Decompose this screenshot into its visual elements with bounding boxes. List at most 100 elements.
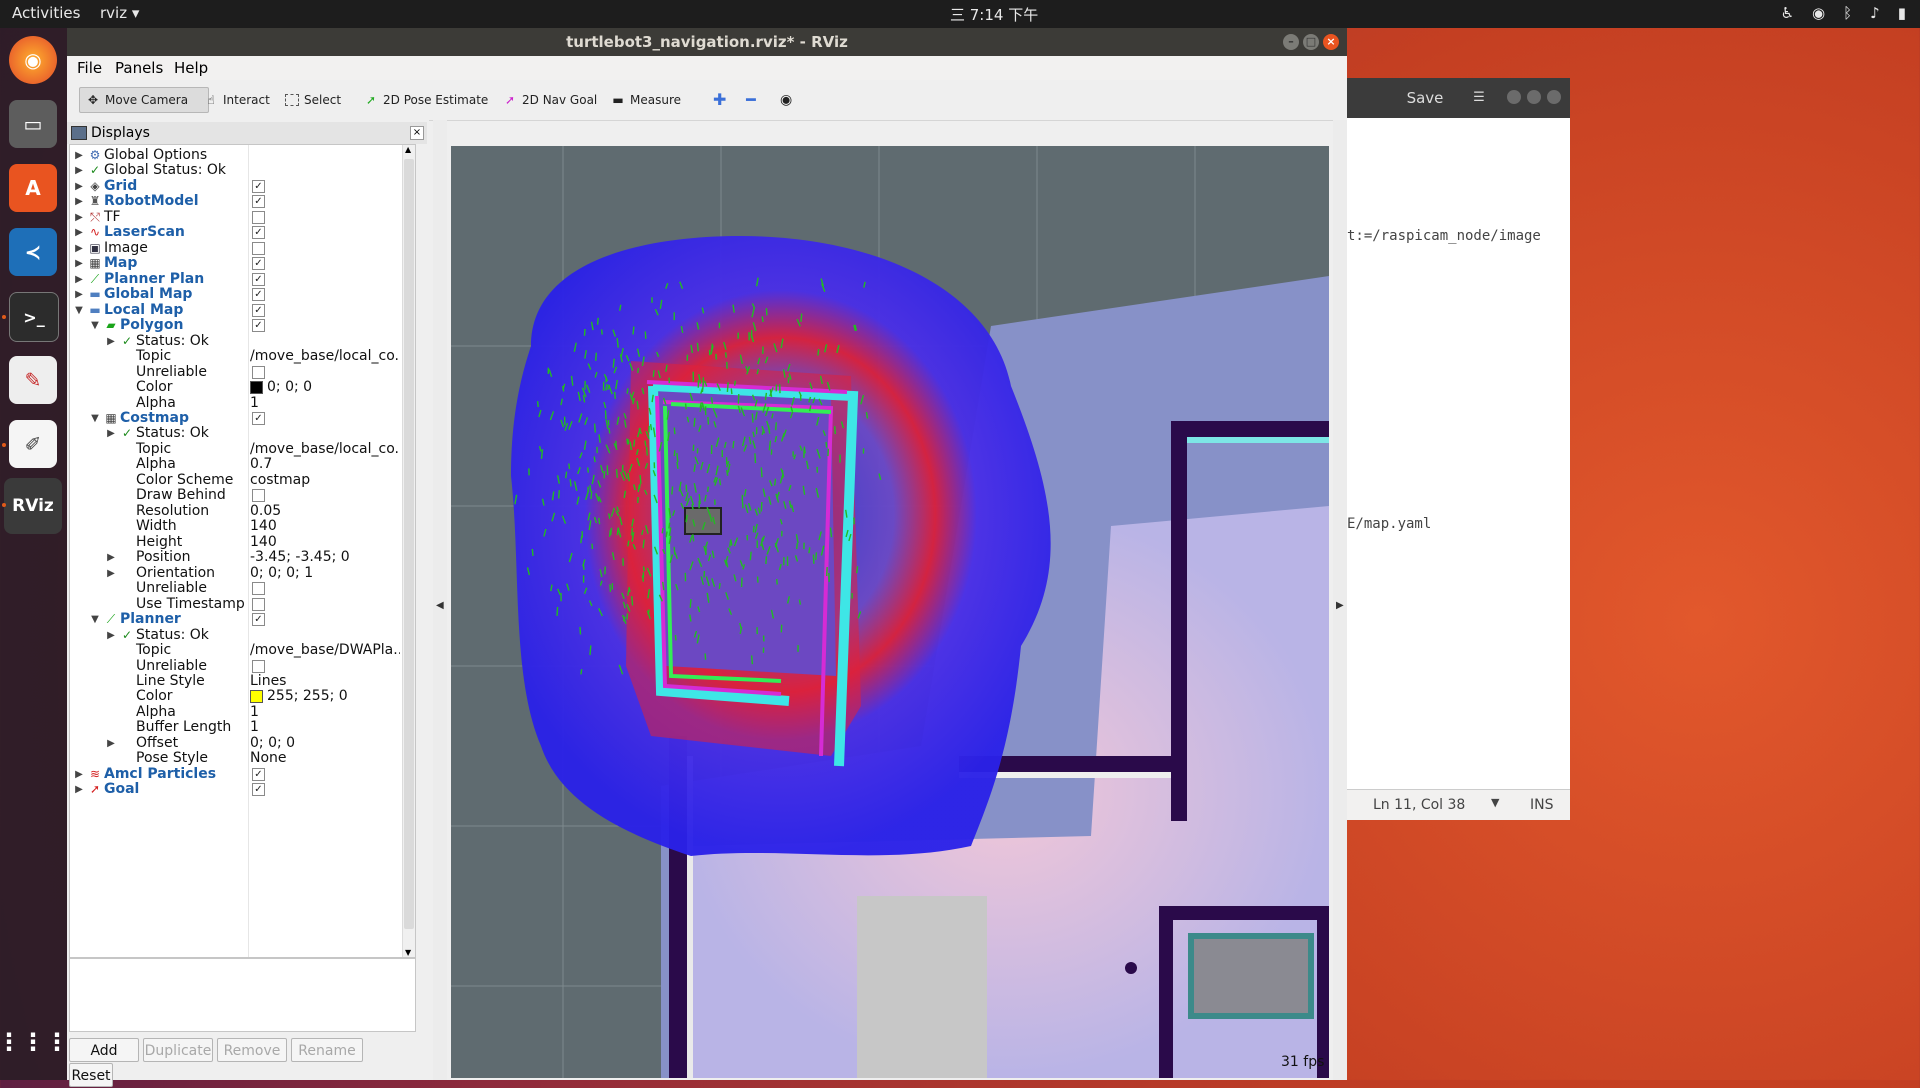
files-icon[interactable]: ▭ (9, 100, 57, 148)
particle-arrow (694, 418, 695, 427)
particle-arrow (752, 414, 753, 423)
minimize-icon[interactable]: – (1283, 34, 1299, 50)
scroll-thumb[interactable] (404, 159, 414, 929)
measure-tool[interactable]: ▬Measure (605, 87, 687, 113)
enable-checkbox[interactable]: ✓ (252, 195, 265, 208)
enable-checkbox[interactable] (252, 598, 265, 611)
particle-arrow (637, 401, 638, 409)
rviz-icon[interactable]: RViz (4, 478, 62, 534)
clock[interactable]: 三 7:14 下午 (950, 4, 1038, 25)
reset-button[interactable]: Reset (69, 1063, 113, 1087)
battery-icon[interactable]: ▮ (1898, 4, 1906, 22)
view-menu-button[interactable]: ◉ (774, 87, 798, 113)
enable-checkbox[interactable]: ✓ (252, 180, 265, 193)
add-button[interactable]: Add (69, 1038, 139, 1062)
accessibility-icon[interactable]: ♿ (1781, 4, 1794, 22)
display-tree[interactable]: ▶⚙Global Options▶✓Global Status: Ok▶◈Gri… (69, 144, 416, 958)
tree-scrollbar[interactable]: ▲ ▼ (402, 145, 415, 957)
enable-checkbox[interactable]: ✓ (252, 412, 265, 425)
particle-arrow (542, 449, 543, 459)
render-view[interactable] (451, 146, 1329, 1078)
activities-button[interactable]: Activities (12, 4, 80, 22)
maximize-icon[interactable] (1527, 90, 1541, 104)
save-button[interactable]: Save (1397, 86, 1453, 110)
text-editor-window: Save ☰ t:=/raspicam_node/image E/map.yam… (1347, 78, 1570, 820)
terminal-icon[interactable]: >_ (9, 292, 59, 342)
enable-checkbox[interactable]: ✓ (252, 257, 265, 270)
enable-checkbox[interactable] (252, 660, 265, 673)
show-applications-icon[interactable]: ⋮⋮⋮ (9, 1018, 57, 1066)
enable-checkbox[interactable] (252, 489, 265, 502)
enable-checkbox[interactable] (252, 366, 265, 379)
particle-arrow (615, 392, 616, 399)
document-viewer-icon[interactable]: ✎ (9, 356, 57, 404)
software-center-icon[interactable]: A (9, 164, 57, 212)
app-menu[interactable]: rviz ▾ (100, 4, 139, 22)
move-camera-icon: ✥ (86, 93, 100, 107)
firefox-icon[interactable]: ◉ (9, 36, 57, 84)
menu-help[interactable]: Help (174, 59, 208, 77)
vscode-icon[interactable]: ≺ (9, 228, 57, 276)
nav-goal-tool[interactable]: ➚2D Nav Goal (497, 87, 603, 113)
pose-estimate-tool[interactable]: ➚2D Pose Estimate (358, 87, 494, 113)
particle-arrow (776, 422, 777, 430)
particle-arrow (719, 583, 720, 589)
particle-arrow (857, 566, 858, 573)
hamburger-menu-icon[interactable]: ☰ (1465, 86, 1493, 110)
particle-arrow (566, 472, 567, 479)
menu-file[interactable]: File (77, 59, 102, 77)
particle-arrow (727, 470, 728, 476)
network-icon[interactable]: ◉ (1812, 4, 1825, 22)
system-tray[interactable]: ♿ ◉ ᛒ ♪ ▮ (1781, 4, 1906, 22)
right-splitter[interactable]: ▶ (1333, 120, 1347, 1080)
close-panel-icon[interactable]: × (410, 126, 424, 140)
particle-arrow (828, 449, 829, 456)
tree-row[interactable]: ▶➚Goal✓ (70, 780, 402, 799)
particle-arrow (599, 518, 600, 524)
scroll-down-icon[interactable]: ▼ (405, 948, 411, 957)
ok-icon: ✓ (88, 163, 102, 177)
close-icon[interactable] (1547, 90, 1561, 104)
enable-checkbox[interactable]: ✓ (252, 304, 265, 317)
goal-icon: ➚ (88, 782, 102, 796)
enable-checkbox[interactable]: ✓ (252, 613, 265, 626)
chevron-down-icon[interactable]: ▼ (1491, 796, 1499, 809)
interact-tool[interactable]: ☝Interact (198, 87, 276, 113)
text-editor-icon[interactable]: ✐ (9, 420, 57, 468)
particle-arrow (761, 502, 762, 512)
enable-checkbox[interactable] (252, 211, 265, 224)
rename-button[interactable]: Rename (291, 1038, 363, 1062)
editor-line[interactable]: E/map.yaml (1347, 516, 1431, 532)
volume-icon[interactable]: ♪ (1870, 4, 1880, 22)
enable-checkbox[interactable]: ✓ (252, 288, 265, 301)
particle-arrow (617, 469, 618, 478)
move-camera-tool[interactable]: ✥Move Camera (79, 87, 209, 113)
editor-line[interactable]: t:=/raspicam_node/image (1347, 228, 1541, 244)
enable-checkbox[interactable]: ✓ (252, 768, 265, 781)
enable-checkbox[interactable] (252, 242, 265, 255)
add-tool-button[interactable]: ✚ (707, 87, 732, 113)
minimize-icon[interactable] (1507, 90, 1521, 104)
enable-checkbox[interactable]: ✓ (252, 783, 265, 796)
cursor-position[interactable]: Ln 11, Col 38 (1373, 797, 1465, 813)
remove-button[interactable]: Remove (217, 1038, 287, 1062)
duplicate-button[interactable]: Duplicate (143, 1038, 213, 1062)
enable-checkbox[interactable]: ✓ (252, 273, 265, 286)
remove-tool-button[interactable]: ━ (740, 87, 762, 113)
enable-checkbox[interactable]: ✓ (252, 226, 265, 239)
expand-right-icon[interactable]: ▶ (74, 780, 84, 799)
close-icon[interactable]: × (1323, 34, 1339, 50)
scroll-up-icon[interactable]: ▲ (405, 145, 411, 154)
gear-icon: ⚙ (88, 148, 102, 162)
particle-arrow (674, 428, 675, 435)
bluetooth-icon[interactable]: ᛒ (1843, 4, 1852, 22)
particle-arrow (594, 457, 595, 463)
left-splitter[interactable]: ◀ (433, 120, 447, 1080)
menu-panels[interactable]: Panels (115, 59, 163, 77)
select-tool[interactable]: Select (279, 87, 347, 113)
collapse-right-icon[interactable]: ▶ (1336, 600, 1344, 611)
enable-checkbox[interactable]: ✓ (252, 319, 265, 332)
maximize-icon[interactable]: □ (1303, 34, 1319, 50)
collapse-left-icon[interactable]: ◀ (436, 600, 444, 611)
enable-checkbox[interactable] (252, 582, 265, 595)
